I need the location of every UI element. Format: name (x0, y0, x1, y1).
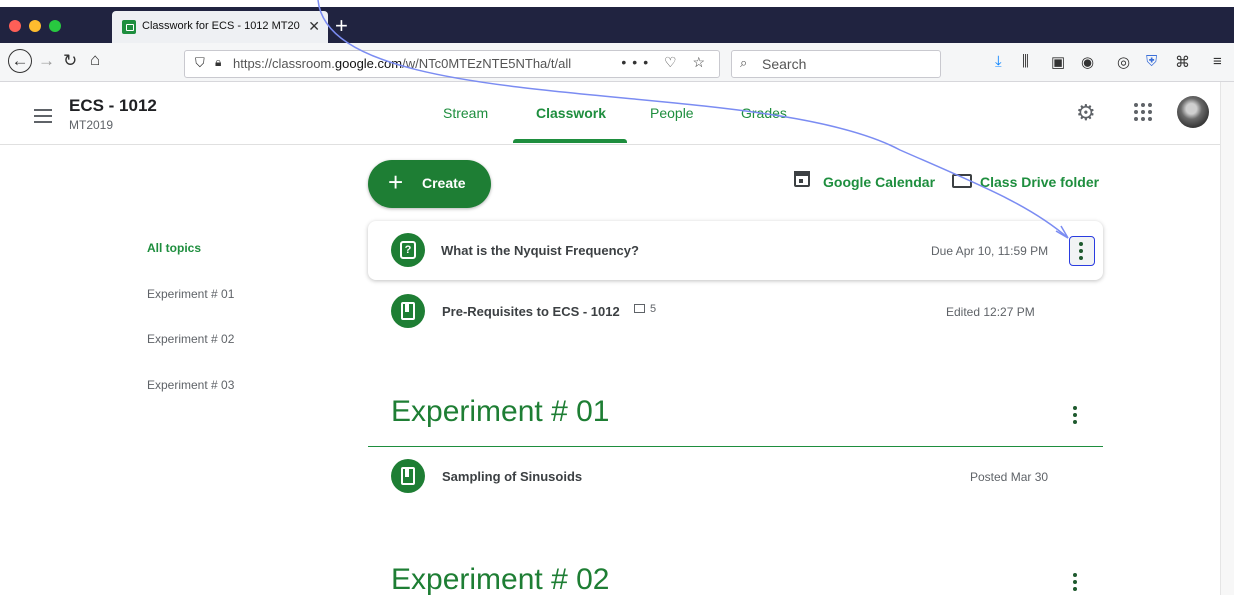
topic-experiment-02[interactable]: Experiment # 02 (147, 332, 234, 346)
class-section: MT2019 (69, 118, 114, 132)
section-more-icon[interactable] (1073, 406, 1077, 427)
search-placeholder: Search (762, 56, 807, 72)
topic-experiment-03[interactable]: Experiment # 03 (147, 378, 234, 392)
page-actions-icons[interactable]: ••• ♡ ☆ (621, 54, 711, 71)
tab-people[interactable]: People (650, 105, 694, 121)
browser-tab-classwork[interactable]: Classwork for ECS - 1012 MT20 ✕ (112, 11, 328, 43)
material-icon (391, 294, 425, 328)
account-icon[interactable]: ◉ (1081, 53, 1094, 71)
privacy-badger-icon[interactable]: ⛨ (1146, 53, 1157, 70)
close-tab-icon[interactable]: ✕ (308, 18, 320, 35)
minimize-window-dot[interactable] (29, 20, 41, 32)
due-date: Due Apr 10, 11:59 PM (931, 244, 1049, 258)
topic-experiment-01[interactable]: Experiment # 01 (147, 287, 234, 301)
page-scrollbar[interactable] (1220, 82, 1234, 595)
cast-icon[interactable]: ⌘ (1175, 53, 1190, 71)
google-calendar-link[interactable]: Google Calendar (823, 174, 935, 190)
edited-time: Edited 12:27 PM (946, 305, 1035, 319)
browser-tab-bar: Classwork for ECS - 1012 MT20 ✕ + (0, 7, 1234, 43)
menu-icon[interactable]: ≡ (1213, 53, 1222, 70)
section-divider (368, 446, 1103, 447)
back-arrow-icon[interactable]: ← (8, 49, 32, 73)
gear-icon[interactable]: ⚙ (1076, 100, 1096, 126)
section-title-experiment-02: Experiment # 02 (391, 563, 610, 596)
forward-arrow-icon[interactable]: → (38, 51, 55, 71)
plus-icon: + (388, 167, 404, 197)
comment-icon (634, 304, 645, 313)
calendar-icon[interactable] (794, 171, 810, 187)
create-button-label: Create (422, 175, 466, 191)
class-name[interactable]: ECS - 1012 (69, 96, 157, 116)
tab-grades[interactable]: Grades (741, 105, 787, 121)
tab-stream[interactable]: Stream (443, 105, 488, 121)
close-window-dot[interactable] (9, 20, 21, 32)
topic-all[interactable]: All topics (147, 241, 201, 255)
extension-icon[interactable]: ◎ (1117, 53, 1130, 71)
tracking-shield-icon[interactable]: ⛉ (195, 55, 205, 71)
more-options-button[interactable] (1069, 236, 1095, 266)
sidebar-icon[interactable]: ▣ (1051, 53, 1065, 71)
lock-icon[interactable]: 🔒︎ (215, 55, 221, 70)
library-icon[interactable]: ⫼ (1022, 53, 1029, 70)
material-title[interactable]: Pre-Requisites to ECS - 1012 (442, 304, 620, 319)
classroom-favicon-icon (122, 20, 136, 34)
tab-classwork[interactable]: Classwork (536, 105, 606, 121)
active-tab-indicator (513, 139, 627, 143)
url-bar[interactable]: ⛉ 🔒︎ https://classroom.google.com/w/NTc0… (184, 50, 720, 78)
class-drive-folder-link[interactable]: Class Drive folder (980, 174, 1099, 190)
annotation-caption-strip (0, 0, 1234, 7)
home-icon[interactable]: ⌂ (90, 50, 100, 70)
material-title[interactable]: Sampling of Sinusoids (442, 469, 582, 484)
create-button[interactable]: + Create (368, 160, 491, 208)
google-apps-icon[interactable] (1134, 103, 1152, 121)
avatar[interactable] (1177, 96, 1209, 128)
browser-tab-title: Classwork for ECS - 1012 MT20 (142, 20, 300, 32)
zoom-window-dot[interactable] (49, 20, 61, 32)
assignment-title[interactable]: What is the Nyquist Frequency? (441, 243, 639, 258)
folder-icon[interactable] (952, 174, 972, 188)
search-icon: ⌕ (740, 55, 748, 70)
question-assignment-icon: ? (391, 233, 425, 267)
url-text[interactable]: https://classroom.google.com/w/NTc0MTEzN… (233, 56, 571, 71)
main-menu-icon[interactable] (34, 109, 52, 127)
posted-date: Posted Mar 30 (970, 470, 1049, 484)
assignment-card[interactable]: ? What is the Nyquist Frequency? Due Apr… (368, 221, 1103, 280)
section-more-icon[interactable] (1073, 573, 1077, 594)
new-tab-button[interactable]: + (335, 15, 348, 37)
material-icon (391, 459, 425, 493)
section-title-experiment-01: Experiment # 01 (391, 395, 610, 428)
browser-search-box[interactable]: ⌕ Search (731, 50, 941, 78)
download-icon[interactable]: ⤓ (995, 53, 1002, 70)
vertical-dots-icon (1079, 242, 1083, 263)
classroom-header (0, 82, 1234, 145)
reload-icon[interactable]: ↻ (63, 51, 77, 71)
comment-count: 5 (650, 303, 657, 315)
